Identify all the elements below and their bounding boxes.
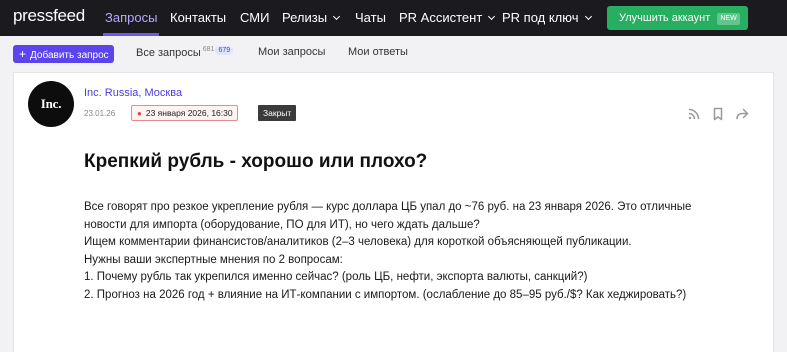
request-title: Крепкий рубль - хорошо или плохо? bbox=[84, 151, 428, 172]
nav-item-pr-assistant[interactable]: PR Ассистент bbox=[399, 0, 496, 36]
nav-item-label: Релизы bbox=[282, 10, 328, 25]
nav-item-label: PR под ключ bbox=[502, 10, 579, 25]
body-paragraph: Нужны ваши экспертные мнения по 2 вопрос… bbox=[84, 253, 343, 266]
request-body: Все говорят про резкое укрепление рубля … bbox=[84, 199, 704, 304]
tab-count: 681 bbox=[202, 46, 215, 54]
chevron-down-icon bbox=[488, 12, 496, 21]
upgrade-account-button[interactable]: Улучшить аккаунт NEW bbox=[607, 6, 748, 30]
tab-count-badge: 679 bbox=[215, 46, 234, 55]
body-paragraph: 2. Прогноз на 2026 год + влияние на ИТ-к… bbox=[84, 288, 687, 301]
nav-item-releases[interactable]: Релизы bbox=[282, 0, 341, 36]
body-paragraph: Все говорят про резкое укрепление рубля … bbox=[84, 201, 692, 231]
deadline-badge: ● 23 января 2026, 16:30 bbox=[131, 105, 238, 121]
sub-navbar: + Добавить запрос Все запросы 681 679 Мои з… bbox=[0, 36, 787, 70]
status-badge: Закрыт bbox=[258, 105, 297, 121]
plus-icon: + bbox=[19, 47, 27, 61]
nav-item-media[interactable]: СМИ bbox=[240, 0, 269, 36]
deadline-text: 23 января 2026, 16:30 bbox=[145, 108, 233, 118]
bookmark-icon[interactable] bbox=[710, 106, 726, 122]
fire-icon: ● bbox=[137, 109, 142, 118]
tab-label: Все запросы bbox=[136, 47, 201, 59]
nav-item-chats[interactable]: Чаты bbox=[355, 0, 386, 36]
tab-label: Мои ответы bbox=[348, 46, 408, 58]
tab-label: Мои запросы bbox=[258, 46, 326, 58]
avatar[interactable]: Inc. bbox=[28, 81, 74, 127]
body-paragraph: 1. Почему рубль так укрепился именно сей… bbox=[84, 271, 588, 283]
chevron-down-icon bbox=[333, 12, 341, 21]
company-link[interactable]: Inc. Russia, Москва bbox=[84, 87, 182, 99]
pressfeed-logo[interactable]: pressfeed bbox=[13, 6, 85, 26]
nav-item-label: СМИ bbox=[240, 10, 270, 25]
nav-item-label: Контакты bbox=[170, 10, 227, 25]
add-request-button[interactable]: + Добавить запрос bbox=[13, 45, 114, 63]
tab-my-requests[interactable]: Мои запросы bbox=[258, 46, 325, 58]
body-paragraph: Ищем комментарии финансистов/аналитиков … bbox=[84, 236, 632, 248]
nav-item-contacts[interactable]: Контакты bbox=[170, 0, 226, 36]
nav-item-pr-turnkey[interactable]: PR под ключ bbox=[502, 0, 592, 36]
top-navbar: pressfeed Запросы Контакты СМИ Релизы Ча… bbox=[0, 0, 787, 36]
tab-my-answers[interactable]: Мои ответы bbox=[348, 46, 408, 58]
nav-item-label: Чаты bbox=[355, 10, 386, 25]
tab-all-requests[interactable]: Все запросы 681 679 bbox=[136, 46, 234, 59]
nav-item-label: Запросы bbox=[105, 10, 158, 25]
share-icon[interactable] bbox=[734, 106, 750, 122]
new-badge: NEW bbox=[717, 13, 740, 25]
chevron-down-icon bbox=[584, 12, 592, 21]
rss-icon[interactable] bbox=[686, 106, 702, 122]
nav-item-requests[interactable]: Запросы bbox=[102, 0, 160, 36]
upgrade-label: Улучшить аккаунт bbox=[619, 12, 711, 24]
request-card: Inc. Inc. Russia, Москва 23.01.26 ● 23 ян… bbox=[13, 72, 774, 352]
add-request-label: Добавить запрос bbox=[30, 50, 109, 61]
published-date: 23.01.26 bbox=[84, 109, 116, 118]
nav-item-label: PR Ассистент bbox=[399, 10, 483, 25]
